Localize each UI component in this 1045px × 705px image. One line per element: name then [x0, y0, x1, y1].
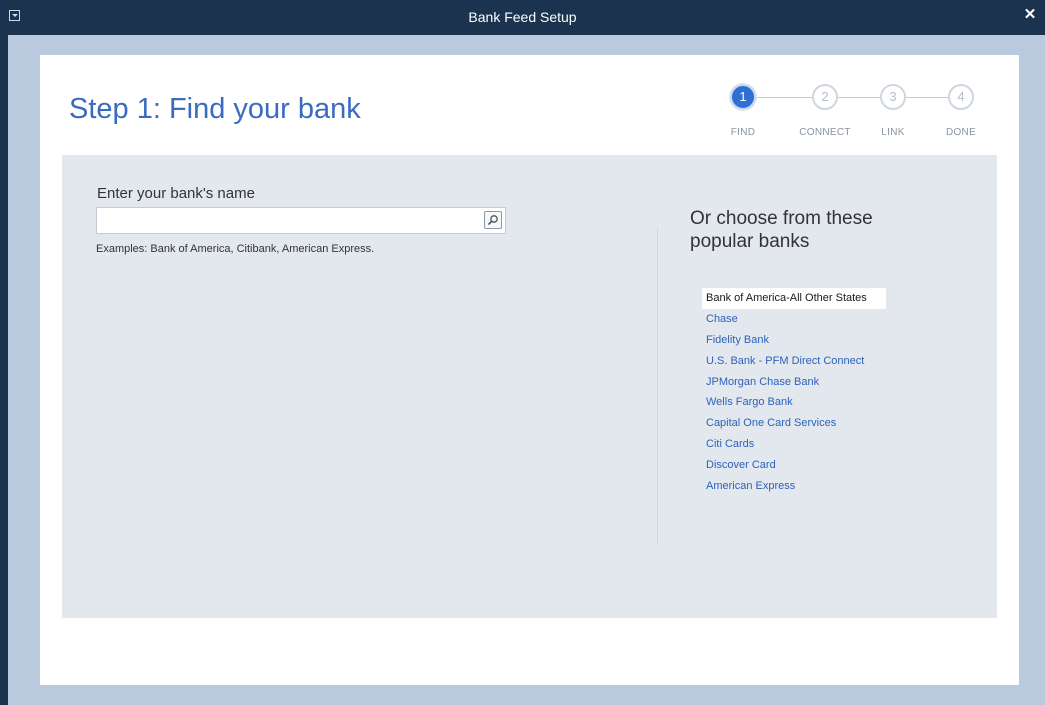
bank-item-citi-cards[interactable]: Citi Cards — [702, 434, 886, 455]
close-icon[interactable]: ✕ — [1021, 6, 1039, 24]
step-4-indicator: 4 — [948, 84, 974, 110]
bank-feed-setup-window: Bank Feed Setup ✕ Step 1: Find your bank… — [0, 0, 1045, 705]
step-4-label: DONE — [945, 127, 977, 138]
find-bank-panel: Enter your bank's name Examples: Bank of… — [62, 155, 997, 618]
step-connector — [838, 97, 880, 98]
search-examples: Examples: Bank of America, Citibank, Ame… — [96, 243, 375, 255]
bank-name-label: Enter your bank's name — [97, 185, 255, 202]
bank-item-capital-one[interactable]: Capital One Card Services — [702, 413, 886, 434]
bank-search-box — [96, 207, 506, 234]
step-1-label: FIND — [730, 127, 756, 138]
popular-banks-list: Bank of America-All Other States Chase F… — [702, 288, 886, 497]
step-connector — [906, 97, 948, 98]
step-3-label: LINK — [881, 127, 905, 138]
dialog-content: Step 1: Find your bank 1 2 3 4 FIND CONN… — [40, 55, 1019, 685]
bank-item-bank-of-america[interactable]: Bank of America-All Other States — [702, 288, 886, 309]
popular-banks-heading: Or choose from these popular banks — [690, 208, 873, 252]
step-3-indicator: 3 — [880, 84, 906, 110]
bank-item-jpmorgan-chase[interactable]: JPMorgan Chase Bank — [702, 372, 886, 393]
bank-item-wells-fargo[interactable]: Wells Fargo Bank — [702, 392, 886, 413]
step-1-indicator: 1 — [730, 84, 756, 110]
step-connector — [756, 97, 812, 98]
magnifier-icon — [487, 215, 498, 226]
bank-item-american-express[interactable]: American Express — [702, 476, 886, 497]
column-divider — [657, 227, 658, 545]
bank-item-fidelity-bank[interactable]: Fidelity Bank — [702, 330, 886, 351]
bank-item-us-bank[interactable]: U.S. Bank - PFM Direct Connect — [702, 351, 886, 372]
bank-item-chase[interactable]: Chase — [702, 309, 886, 330]
step-2-indicator: 2 — [812, 84, 838, 110]
bank-item-discover-card[interactable]: Discover Card — [702, 455, 886, 476]
step-2-label: CONNECT — [799, 127, 851, 138]
step-progress: 1 2 3 4 FIND CONNECT LINK DONE — [40, 55, 1019, 155]
bank-search-input[interactable] — [97, 208, 477, 233]
search-button[interactable] — [484, 211, 502, 229]
window-title: Bank Feed Setup — [468, 9, 577, 25]
title-bar: Bank Feed Setup ✕ — [0, 0, 1045, 35]
